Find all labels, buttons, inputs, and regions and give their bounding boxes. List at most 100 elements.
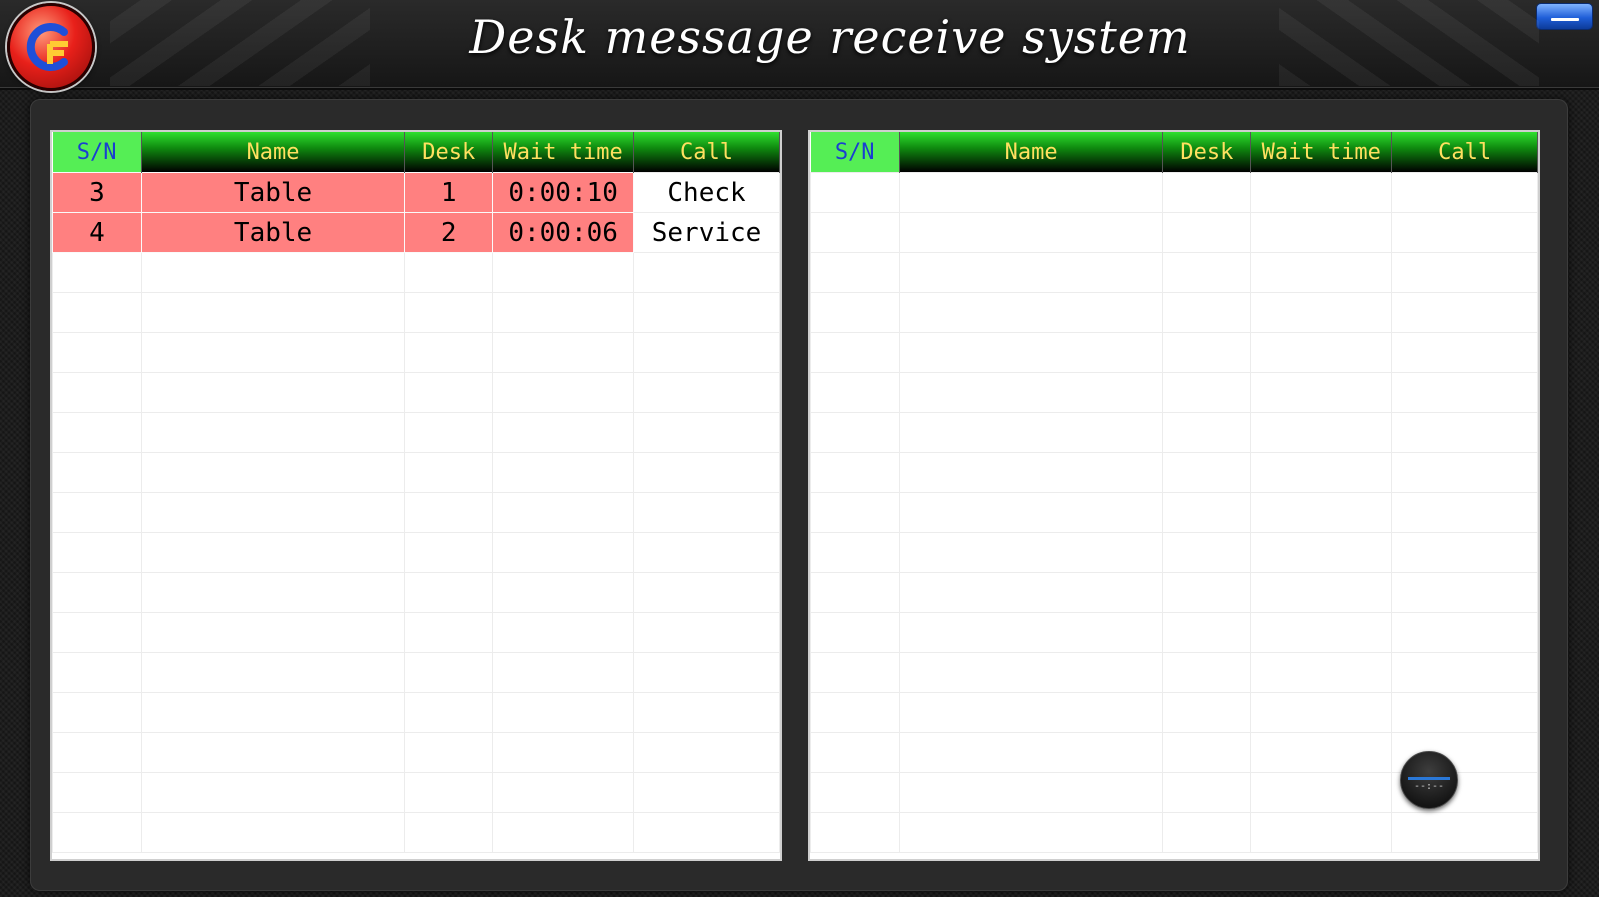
cell-wait bbox=[492, 292, 635, 333]
table-row[interactable] bbox=[52, 652, 780, 693]
table-row[interactable] bbox=[52, 612, 780, 653]
cell-call bbox=[1391, 252, 1538, 293]
cell-sn bbox=[810, 412, 900, 453]
cell-desk bbox=[1162, 692, 1252, 733]
clock-time: --:-- bbox=[1413, 781, 1445, 792]
cell-call bbox=[1391, 612, 1538, 653]
cell-wait bbox=[492, 772, 635, 813]
title-bar: Desk message receive system bbox=[0, 0, 1599, 91]
cell-desk bbox=[1162, 572, 1252, 613]
cell-sn bbox=[52, 332, 142, 373]
table-row[interactable] bbox=[52, 412, 780, 453]
cell-desk bbox=[404, 812, 494, 853]
table-row[interactable] bbox=[810, 172, 1538, 213]
cell-name bbox=[140, 372, 406, 413]
cell-call bbox=[633, 732, 780, 773]
table-row[interactable] bbox=[52, 532, 780, 573]
table-row[interactable] bbox=[810, 412, 1538, 453]
cell-name bbox=[140, 572, 406, 613]
cell-call bbox=[633, 692, 780, 733]
minimize-button[interactable] bbox=[1536, 3, 1593, 30]
cell-call bbox=[633, 532, 780, 573]
table-row[interactable] bbox=[810, 332, 1538, 373]
table-row[interactable] bbox=[810, 812, 1538, 853]
cell-sn bbox=[52, 812, 142, 853]
cell-desk bbox=[1162, 612, 1252, 653]
table-row[interactable] bbox=[52, 812, 780, 853]
cell-call bbox=[633, 452, 780, 493]
cell-wait bbox=[492, 252, 635, 293]
cell-desk bbox=[1162, 252, 1252, 293]
table-row[interactable] bbox=[52, 772, 780, 813]
cell-sn bbox=[810, 252, 900, 293]
table-row[interactable] bbox=[52, 332, 780, 373]
cell-sn bbox=[52, 492, 142, 533]
cell-call: Check bbox=[633, 172, 780, 213]
table-row[interactable] bbox=[810, 652, 1538, 693]
cell-desk bbox=[1162, 452, 1252, 493]
cell-wait bbox=[1250, 412, 1393, 453]
cell-name: Table bbox=[140, 172, 406, 213]
table-row[interactable] bbox=[810, 452, 1538, 493]
cell-call bbox=[633, 652, 780, 693]
table-row[interactable] bbox=[52, 692, 780, 733]
cell-desk bbox=[404, 412, 494, 453]
table-row[interactable] bbox=[52, 492, 780, 533]
table-row[interactable] bbox=[810, 692, 1538, 733]
table-row[interactable] bbox=[52, 292, 780, 333]
cell-sn bbox=[52, 252, 142, 293]
cell-call bbox=[633, 292, 780, 333]
cell-desk bbox=[404, 612, 494, 653]
left-table-body: 3 Table 1 0:00:10 Check 4 Table 2 0:00:06 Service bbox=[52, 172, 780, 853]
cell-desk bbox=[404, 292, 494, 333]
cell-desk bbox=[404, 452, 494, 493]
column-header-wait-time: Wait time bbox=[1250, 132, 1393, 173]
clock-icon[interactable]: --:-- bbox=[1400, 751, 1458, 809]
cell-name bbox=[140, 732, 406, 773]
cell-desk bbox=[1162, 292, 1252, 333]
cell-call bbox=[1391, 492, 1538, 533]
table-row[interactable] bbox=[810, 532, 1538, 573]
cell-name bbox=[140, 252, 406, 293]
cell-desk bbox=[1162, 492, 1252, 533]
cell-desk bbox=[1162, 732, 1252, 773]
table-row[interactable] bbox=[810, 372, 1538, 413]
cell-wait bbox=[492, 372, 635, 413]
table-row[interactable] bbox=[810, 572, 1538, 613]
table-row[interactable] bbox=[810, 252, 1538, 293]
table-row[interactable] bbox=[810, 292, 1538, 333]
cell-wait bbox=[492, 452, 635, 493]
cell-wait bbox=[1250, 732, 1393, 773]
table-row[interactable]: 4 Table 2 0:00:06 Service bbox=[52, 212, 780, 253]
cell-wait bbox=[1250, 612, 1393, 653]
cell-wait bbox=[492, 652, 635, 693]
cell-wait bbox=[1250, 572, 1393, 613]
table-row[interactable] bbox=[52, 372, 780, 413]
cell-wait bbox=[1250, 212, 1393, 253]
table-row[interactable]: 3 Table 1 0:00:10 Check bbox=[52, 172, 780, 213]
cell-wait bbox=[492, 532, 635, 573]
cell-call bbox=[1391, 332, 1538, 373]
cell-wait bbox=[1250, 252, 1393, 293]
table-row[interactable] bbox=[810, 212, 1538, 253]
cell-name bbox=[898, 372, 1164, 413]
column-header-wait-time: Wait time bbox=[492, 132, 635, 173]
column-header-desk: Desk bbox=[404, 132, 494, 173]
cell-call bbox=[633, 772, 780, 813]
table-row[interactable] bbox=[52, 452, 780, 493]
table-row[interactable] bbox=[52, 732, 780, 773]
table-header-row: S/N Name Desk Wait time Call bbox=[810, 132, 1538, 173]
cell-name bbox=[140, 532, 406, 573]
table-header-row: S/N Name Desk Wait time Call bbox=[52, 132, 780, 173]
cell-call bbox=[1391, 532, 1538, 573]
cell-name bbox=[898, 732, 1164, 773]
cell-wait bbox=[492, 492, 635, 533]
table-row[interactable] bbox=[810, 492, 1538, 533]
cell-desk bbox=[404, 372, 494, 413]
cell-desk bbox=[404, 652, 494, 693]
table-row[interactable] bbox=[810, 612, 1538, 653]
table-row[interactable] bbox=[52, 252, 780, 293]
cell-sn bbox=[52, 572, 142, 613]
cell-call bbox=[1391, 372, 1538, 413]
table-row[interactable] bbox=[52, 572, 780, 613]
